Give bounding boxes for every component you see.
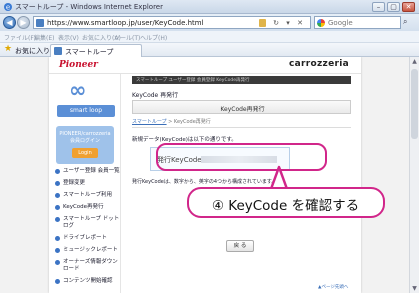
side-menu-item[interactable]: ユーザー登録 会員一覧 xyxy=(49,168,121,175)
maximize-button[interactable]: ▢ xyxy=(387,2,400,12)
smartloop-logo-text: smart loop xyxy=(57,105,115,117)
scroll-thumb[interactable] xyxy=(411,69,418,139)
content-banner: スマートループ ユーザー登録 会員登録 KeyCode再発行 xyxy=(132,76,351,84)
section-heading: KeyCode再発行 xyxy=(132,100,351,114)
side-menu-item[interactable]: ドライブレポート xyxy=(49,235,121,242)
page-viewport: Pioneer carrozzeria ∞ smart loop PIONEER… xyxy=(0,57,409,293)
favorites-label[interactable]: お気に入り xyxy=(15,46,50,56)
bullet-icon xyxy=(55,205,60,210)
address-bar[interactable]: https://www.smartloop.jp/user/KeyCode.ht… xyxy=(33,16,311,29)
smartloop-logo[interactable]: ∞ smart loop xyxy=(57,77,115,122)
menu-edit[interactable]: 編集(E) xyxy=(34,33,54,42)
side-menu-label: スマートループ ドットログ xyxy=(63,216,120,229)
minimize-button[interactable]: – xyxy=(372,2,385,12)
stop-icon[interactable]: ✕ xyxy=(296,19,304,27)
bullet-icon xyxy=(55,181,60,186)
favorites-star-icon[interactable]: ★ xyxy=(4,45,12,54)
side-menu-item[interactable]: KeyCode再発行 xyxy=(49,204,121,211)
bullet-icon xyxy=(55,260,60,265)
side-menu-item[interactable]: スマートループ ドットログ xyxy=(49,216,121,230)
page-top-link[interactable]: ▲ページ先頭へ xyxy=(318,284,348,290)
carrozzeria-logo[interactable]: carrozzeria xyxy=(289,59,349,69)
divider xyxy=(132,127,351,128)
bullet-icon xyxy=(55,279,60,284)
page-icon xyxy=(36,19,44,27)
side-menu-item[interactable]: 登録変更 xyxy=(49,180,121,187)
tab-title: スマートループ xyxy=(65,48,114,56)
forward-nav-button[interactable]: ▶ xyxy=(17,16,30,29)
side-menu-label: コンテンツ開始確認 xyxy=(63,278,113,284)
section-heading-text: KeyCode再発行 xyxy=(220,106,265,113)
window-controls: – ▢ ✕ xyxy=(372,2,415,12)
google-icon xyxy=(317,19,325,27)
sidebar: ∞ smart loop PIONEER/carrozzeria 会員ログイン … xyxy=(49,74,121,293)
lock-icon[interactable] xyxy=(259,19,266,27)
back-button[interactable]: 戻 る xyxy=(226,240,254,252)
ie-icon: e xyxy=(4,3,12,12)
side-menu-label: スマートループ利用 xyxy=(63,192,113,198)
side-menu-label: ユーザー登録 会員一覧 xyxy=(63,168,120,174)
pioneer-logo[interactable]: Pioneer xyxy=(59,60,98,70)
breadcrumb-link[interactable]: スマートループ xyxy=(132,119,167,125)
bullet-icon xyxy=(55,248,60,253)
dropdown-icon[interactable]: ▾ xyxy=(284,19,292,27)
login-button[interactable]: Login xyxy=(72,148,98,158)
close-button[interactable]: ✕ xyxy=(402,2,415,12)
side-menu-label: オーナーズ情報ダウンロード xyxy=(63,259,118,272)
site-container: Pioneer carrozzeria ∞ smart loop PIONEER… xyxy=(49,57,361,293)
bullet-icon xyxy=(55,193,60,198)
scroll-down-icon[interactable]: ▼ xyxy=(410,284,419,293)
menu-bar: ファイル(F) 編集(E) 表示(V) お気に入り(A) ツール(T) ヘルプ(… xyxy=(0,31,419,43)
banner-text: スマートループ ユーザー登録 会員登録 KeyCode再発行 xyxy=(136,78,250,83)
bullet-icon xyxy=(55,217,60,222)
favorites-bar: ★ お気に入り スマートループ xyxy=(0,43,419,57)
browser-tab[interactable]: スマートループ xyxy=(50,44,142,57)
page-title: KeyCode 再発行 xyxy=(132,92,179,99)
login-text: PIONEER/carrozzeria 会員ログイン xyxy=(59,131,111,144)
callout-text: ④ KeyCode を確認する xyxy=(211,198,360,214)
address-row: ◀ ▶ https://www.smartloop.jp/user/KeyCod… xyxy=(0,14,419,31)
side-menu-item[interactable]: スマートループ利用 xyxy=(49,192,121,199)
keycode-note: 発行KeyCodeは、数字から、英字の4つから構成されています。 xyxy=(132,179,277,185)
side-menu-item[interactable]: オーナーズ情報ダウンロード xyxy=(49,259,121,273)
menu-view[interactable]: 表示(V) xyxy=(58,33,79,42)
side-menu-item[interactable]: コンテンツ開始確認 xyxy=(49,278,121,285)
menu-file[interactable]: ファイル(F) xyxy=(4,33,36,42)
svg-text:e: e xyxy=(6,4,10,12)
login-panel: PIONEER/carrozzeria 会員ログイン Login xyxy=(56,126,114,164)
vertical-scrollbar[interactable]: ▲ ▼ xyxy=(409,57,419,293)
side-menu-label: ミュージックレポート xyxy=(63,247,118,253)
side-menu-item[interactable]: ミュージックレポート xyxy=(49,247,121,254)
main-content: スマートループ ユーザー登録 会員登録 KeyCode再発行 KeyCode 再… xyxy=(122,74,361,293)
callout-label: ④ KeyCode を確認する xyxy=(187,187,385,218)
back-nav-button[interactable]: ◀ xyxy=(3,16,16,29)
keycode-highlight-ring xyxy=(156,143,327,171)
intro-text: 新規データ(KeyCode)は以下の通りです。 xyxy=(132,137,237,143)
side-menu-label: 登録変更 xyxy=(63,180,86,186)
bullet-icon xyxy=(55,236,60,241)
breadcrumb: スマートループ > KeyCode再発行 xyxy=(132,118,211,125)
brand-header: Pioneer carrozzeria xyxy=(49,57,361,74)
search-input[interactable]: Google xyxy=(314,16,401,29)
smartloop-mark-icon: ∞ xyxy=(69,78,86,102)
side-menu-label: KeyCode再発行 xyxy=(63,204,104,210)
window-titlebar: e スマートループ - Windows Internet Explorer – … xyxy=(0,0,419,14)
tab-page-icon xyxy=(54,47,62,55)
menu-tools[interactable]: ツール(T) xyxy=(114,33,140,42)
side-menu-label: ドライブレポート xyxy=(63,235,108,241)
window-title: スマートループ - Windows Internet Explorer xyxy=(15,3,163,11)
side-menu: ユーザー登録 会員一覧 登録変更 スマートループ利用 KeyCode再発行 スマ… xyxy=(49,168,121,285)
menu-help[interactable]: ヘルプ(H) xyxy=(140,33,167,42)
breadcrumb-current: > KeyCode再発行 xyxy=(168,119,211,125)
refresh-icon[interactable]: ↻ xyxy=(272,19,280,27)
scroll-up-icon[interactable]: ▲ xyxy=(410,57,419,66)
url-text: https://www.smartloop.jp/user/KeyCode.ht… xyxy=(47,19,204,27)
search-placeholder: Google xyxy=(328,19,353,27)
bullet-icon xyxy=(55,169,60,174)
search-icon[interactable]: ⌕ xyxy=(403,17,407,27)
